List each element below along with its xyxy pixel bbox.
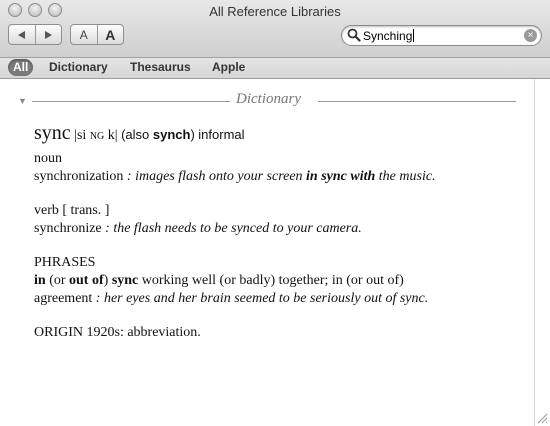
noun-sense: synchronization : images flash onto your… bbox=[34, 169, 436, 184]
pronunciation: |si NG k| bbox=[74, 128, 118, 143]
search-icon bbox=[347, 28, 361, 42]
section-title: Dictionary bbox=[236, 91, 301, 107]
phrase-sense: agreement : her eyes and her brain seeme… bbox=[34, 291, 429, 306]
clear-search-icon[interactable]: × bbox=[524, 29, 537, 42]
entry-headline: sync |si NG k| (also synch) informal bbox=[34, 122, 245, 145]
verb-sense: synchronize : the flash needs to be sync… bbox=[34, 221, 362, 236]
history-nav bbox=[8, 24, 62, 45]
scope-thesaurus[interactable]: Thesaurus bbox=[125, 59, 196, 76]
pos-noun: noun bbox=[34, 151, 62, 166]
forward-button[interactable] bbox=[34, 25, 62, 44]
window-title: All Reference Libraries bbox=[209, 4, 341, 19]
phrases-label: PHRASES bbox=[34, 255, 96, 270]
search-input[interactable]: Synching bbox=[363, 29, 415, 43]
pos-verb: verb [ trans. ] bbox=[34, 203, 110, 218]
scope-all[interactable]: All bbox=[8, 59, 34, 76]
increase-font-button[interactable]: A bbox=[96, 25, 124, 44]
decrease-font-button[interactable]: A bbox=[71, 25, 97, 44]
triangle-right-icon bbox=[45, 30, 53, 39]
origin: ORIGIN 1920s: abbreviation. bbox=[34, 325, 201, 340]
variant: (also synch) bbox=[121, 127, 195, 142]
resize-grip-icon[interactable] bbox=[537, 413, 548, 424]
results-pane: ▼ Dictionary sync |si NG k| (also synch)… bbox=[0, 79, 534, 426]
scope-bar: All Dictionary Thesaurus Apple bbox=[0, 58, 550, 79]
search-field[interactable]: Synching × bbox=[341, 25, 542, 46]
scrollbar[interactable] bbox=[534, 79, 550, 426]
register-label: informal bbox=[198, 127, 245, 142]
font-size-control: A A bbox=[70, 24, 124, 45]
window-toolbar: All Reference Libraries A A Synching × bbox=[0, 0, 550, 58]
disclosure-triangle-icon[interactable]: ▼ bbox=[18, 96, 27, 106]
scope-apple[interactable]: Apple bbox=[207, 59, 250, 76]
back-button[interactable] bbox=[9, 25, 35, 44]
headword: sync bbox=[34, 122, 71, 144]
triangle-left-icon bbox=[17, 30, 25, 39]
text-caret bbox=[413, 29, 415, 42]
section-rule-left bbox=[32, 101, 230, 102]
phrase-line: in (or out of) sync working well (or bad… bbox=[34, 273, 404, 288]
section-rule-right bbox=[318, 101, 516, 102]
scope-dictionary[interactable]: Dictionary bbox=[44, 59, 113, 76]
